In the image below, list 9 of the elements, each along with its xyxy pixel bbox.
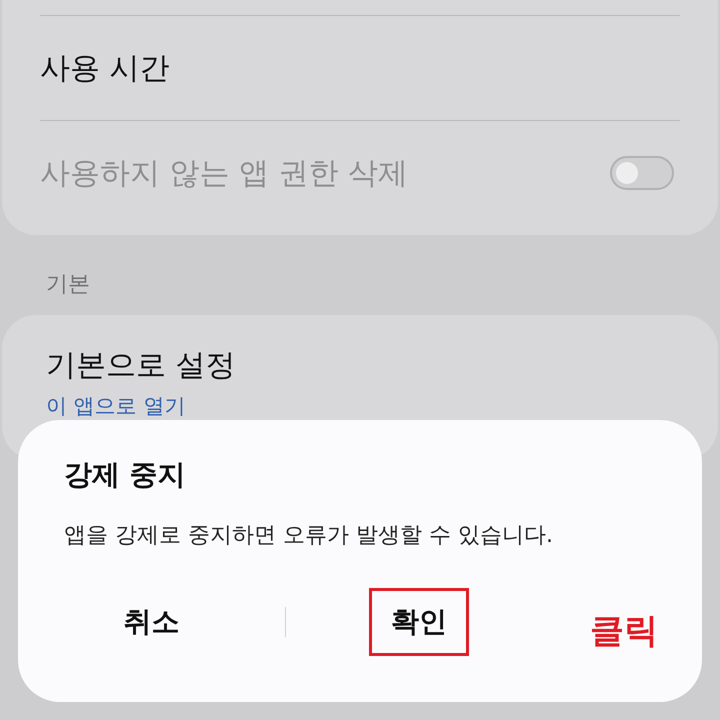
- dialog-button[interactable]: 취소: [101, 588, 202, 656]
- dialog-message: 앱을 강제로 중지하면 오류가 발생할 수 있습니다.: [63, 522, 554, 550]
- dialog-title: 강제 중지: [63, 457, 187, 493]
- section-header: 기본: [45, 271, 91, 299]
- annotation-label: 클릭: [590, 610, 658, 653]
- setting-value: 이 앱으로 열기: [46, 393, 186, 420]
- dialog-button[interactable]: 확인: [368, 588, 469, 656]
- setting-label[interactable]: 기본으로 설정: [46, 345, 674, 386]
- setting-label[interactable]: 사용 시간: [40, 48, 170, 88]
